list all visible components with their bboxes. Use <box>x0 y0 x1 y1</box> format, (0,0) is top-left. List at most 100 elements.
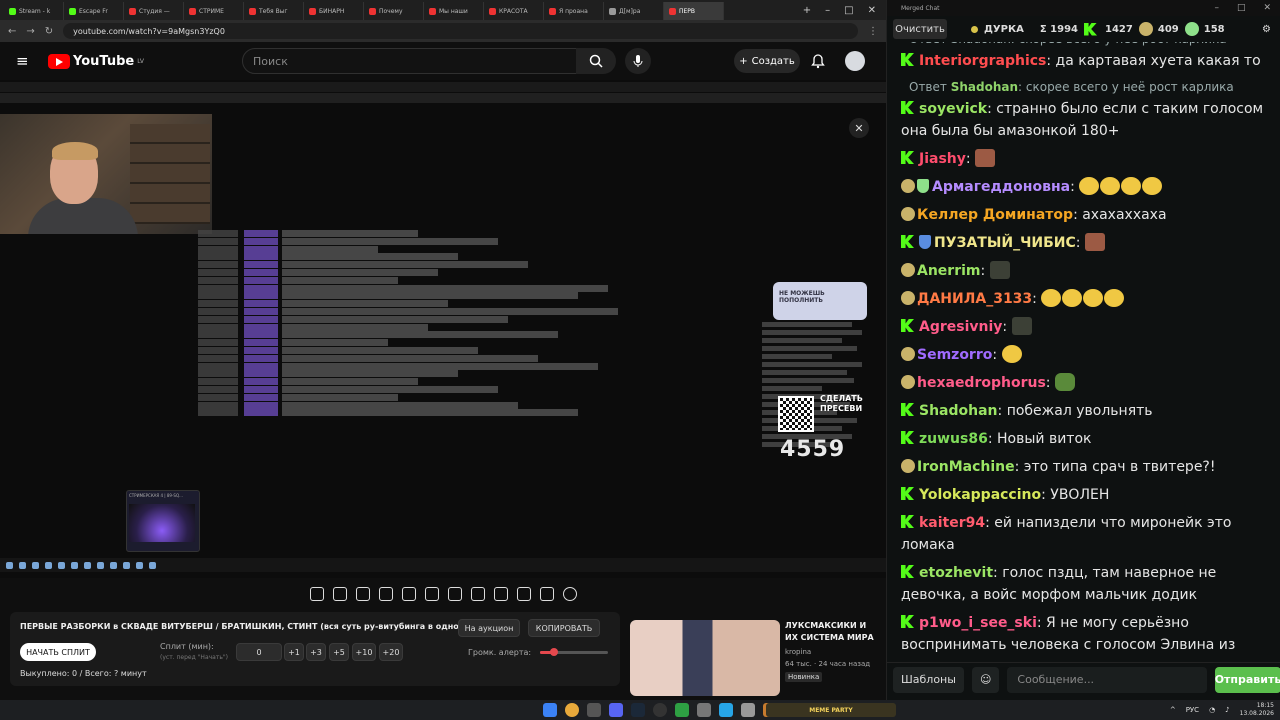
step-5-button[interactable]: +5 <box>329 643 349 661</box>
meme-party-widget[interactable]: MEME PARTY <box>766 703 896 717</box>
bought-status: Выкуплено: 0 / Всего: ? минут <box>20 669 147 678</box>
video-player[interactable]: НЕ МОЖЕШЬ ПОПОЛНИТЬ ✕ СДЕЛАТЬ ПРЕСЕВИ 45… <box>0 80 886 578</box>
emoji-button[interactable]: ☺ <box>971 666 1000 693</box>
play-logo-icon <box>48 53 70 69</box>
create-button[interactable]: + Создать <box>734 49 800 73</box>
step-20-button[interactable]: +20 <box>379 643 403 661</box>
tab-5[interactable]: БИНАРН <box>304 2 364 20</box>
tab-4[interactable]: Тебя Выг <box>244 2 304 20</box>
kick-viewers: 1427 <box>1084 22 1133 36</box>
volume-slider[interactable] <box>540 648 608 656</box>
tab-3[interactable]: СТРИМЕ <box>184 2 244 20</box>
reload-icon[interactable]: ↻ <box>45 26 53 37</box>
tab-10[interactable]: Д[м]ра <box>604 2 664 20</box>
chat-messages: Ответ Shadohan: скорее всего у неё рост … <box>887 30 1280 658</box>
clock[interactable]: 18:15 13.08.2026 <box>1240 702 1274 718</box>
start-split-button[interactable]: НАЧАТЬ СПЛИТ <box>20 643 96 661</box>
tab-2[interactable]: Студия — <box>124 2 184 20</box>
frame-icon[interactable] <box>401 587 416 601</box>
close-overlay-icon[interactable]: ✕ <box>849 118 869 138</box>
tab-7[interactable]: Мы наши <box>424 2 484 20</box>
face-emote-icon <box>975 149 996 167</box>
tab-8[interactable]: КРАСОТА <box>484 2 544 20</box>
address-bar[interactable]: youtube.com/watch?v=9aMgsn3YzQ0 <box>63 23 858 39</box>
telegram-icon[interactable] <box>719 703 733 717</box>
speed-icon[interactable] <box>447 587 462 601</box>
laugh-emote-icon <box>1142 177 1163 195</box>
kick-icon <box>901 101 914 114</box>
menu-icon[interactable]: ≡ <box>16 52 36 70</box>
app-icon[interactable] <box>675 703 689 717</box>
auction-button[interactable]: На аукцион <box>458 619 520 637</box>
youtube-logo[interactable]: YouTube LV <box>48 53 144 69</box>
back-icon[interactable]: ← <box>8 26 16 37</box>
maximize-icon[interactable]: □ <box>1237 3 1246 13</box>
twitch-badge-icon <box>901 347 915 361</box>
step-10-button[interactable]: +10 <box>352 643 376 661</box>
flask-icon[interactable] <box>539 587 554 601</box>
close-icon[interactable]: ✕ <box>1263 3 1271 13</box>
bell-icon[interactable] <box>810 53 826 69</box>
recommended-title[interactable]: ЛУКСМАКСИКИ И ИХ СИСТЕМА МИРА <box>785 620 880 644</box>
chat-message: Армагеддоновна: <box>887 176 1280 198</box>
chrome-icon[interactable] <box>565 703 579 717</box>
forward-icon[interactable]: → <box>26 26 34 37</box>
volume-knob[interactable] <box>549 648 558 656</box>
steam-icon[interactable] <box>631 703 645 717</box>
chat-message: ДАНИЛА_3133: <box>887 288 1280 310</box>
tab-1[interactable]: Escape Fr <box>64 2 124 20</box>
clapper-icon[interactable] <box>378 587 393 601</box>
app-icon[interactable] <box>741 703 755 717</box>
chevron-up-icon[interactable]: ^ <box>1170 706 1176 714</box>
total-viewers: Σ 1994 <box>1039 23 1079 35</box>
templates-button[interactable]: Шаблоны <box>893 666 964 693</box>
step-3-button[interactable]: +3 <box>306 643 326 661</box>
search-input[interactable]: Поиск <box>242 48 584 74</box>
chat-message: etozhevit: голос пздц, там наверное не д… <box>901 565 1217 603</box>
tab-9[interactable]: Я проана <box>544 2 604 20</box>
gear-icon[interactable] <box>562 587 577 601</box>
clear-button[interactable]: Очистить <box>893 19 947 39</box>
copy-button[interactable]: КОПИРОВАТЬ <box>528 619 600 637</box>
avatar[interactable] <box>845 51 865 71</box>
message-input[interactable]: Сообщение... <box>1007 666 1207 693</box>
chat-message: p1wo_i_see_ski: Я не могу серьёзно воспр… <box>901 615 1236 653</box>
recommended-channel[interactable]: kropina <box>785 648 811 656</box>
tab-11[interactable]: ПЕРВ <box>664 2 724 20</box>
app-icon[interactable] <box>697 703 711 717</box>
send-button[interactable]: Отправить <box>1215 666 1280 693</box>
kick-icon <box>901 565 914 578</box>
cinema-icon[interactable] <box>424 587 439 601</box>
tab-0[interactable]: Stream - k <box>4 2 64 20</box>
inner-taskbar <box>0 558 886 572</box>
extensions-icon[interactable]: ⋮ <box>868 26 878 37</box>
tab-6[interactable]: Почему <box>364 2 424 20</box>
voice-search-button[interactable] <box>625 48 651 74</box>
maximize-icon[interactable]: □ <box>844 5 853 16</box>
volume-icon[interactable]: ♪ <box>1225 706 1229 714</box>
discord-icon[interactable] <box>609 703 623 717</box>
step-1-button[interactable]: +1 <box>284 643 304 661</box>
network-icon[interactable]: ◔ <box>1209 706 1215 714</box>
recommended-video[interactable]: ЛУКСМАКСИКИ И ИХ СИСТЕМА МИРА kropina 64… <box>630 620 882 696</box>
close-icon[interactable]: ✕ <box>868 5 876 16</box>
minimize-icon[interactable]: – <box>1214 3 1219 13</box>
chat-message: Semzorro: <box>887 344 1280 366</box>
settings-video-icon[interactable] <box>355 587 370 601</box>
split-input[interactable]: 0 <box>236 643 282 661</box>
search-button[interactable] <box>576 48 616 74</box>
recommended-thumbnail[interactable] <box>630 620 780 696</box>
loop-icon[interactable] <box>309 587 324 601</box>
obs-icon[interactable] <box>653 703 667 717</box>
filter-icon[interactable] <box>470 587 485 601</box>
new-tab-icon[interactable]: + <box>803 5 811 16</box>
broadcast-icon[interactable] <box>332 587 347 601</box>
settings-icon[interactable]: ⚙ <box>1262 24 1271 35</box>
language-indicator[interactable]: РУС <box>1186 706 1199 714</box>
live-dot-icon <box>971 25 978 33</box>
files-icon[interactable] <box>587 703 601 717</box>
camera-icon[interactable] <box>516 587 531 601</box>
add-screen-icon[interactable] <box>493 587 508 601</box>
start-icon[interactable] <box>543 703 557 717</box>
minimize-icon[interactable]: – <box>825 5 830 16</box>
